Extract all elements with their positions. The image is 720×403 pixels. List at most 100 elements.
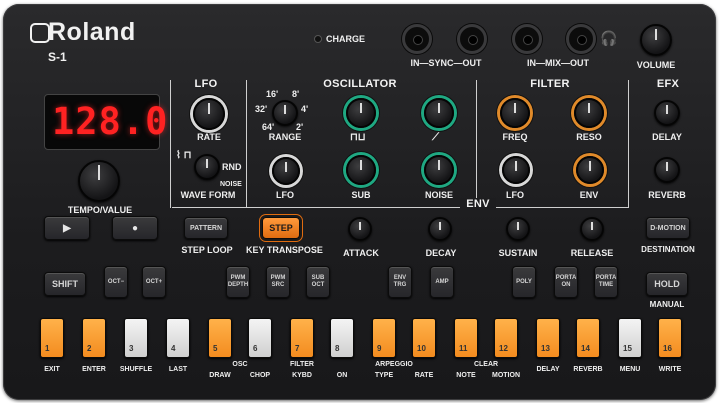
delay-label: DELAY	[652, 132, 682, 142]
divider-lfo	[170, 80, 171, 208]
step-loop-label: STEP LOOP	[181, 245, 233, 255]
shift-button[interactable]: SHIFT	[44, 272, 86, 296]
range-64: 64'	[262, 122, 275, 132]
filter-env-knob[interactable]	[576, 156, 604, 184]
filter-freq-knob[interactable]	[500, 98, 530, 128]
osc-noise-label: NOISE	[424, 190, 453, 200]
osc-lfo-knob[interactable]	[272, 157, 300, 185]
step-number: 9	[377, 344, 382, 353]
range-2: 2'	[296, 122, 304, 132]
env-decay-knob[interactable]	[428, 217, 452, 241]
env-sustain-knob[interactable]	[506, 217, 530, 241]
record-button[interactable]: ●	[112, 216, 158, 240]
pwm-depth-button[interactable]: PWM DEPTH	[226, 266, 250, 298]
step-number: 15	[623, 344, 632, 353]
step-label-1: EXIT	[44, 366, 60, 373]
step-label-9: TYPE	[374, 372, 394, 379]
oct-plus-button[interactable]: OCT+	[142, 266, 166, 298]
step-number: 16	[663, 344, 672, 353]
step-key-7[interactable]: 7	[290, 318, 314, 358]
env-attack-knob[interactable]	[348, 217, 372, 241]
wave-form-label: WAVE FORM	[180, 190, 236, 200]
step-key-12[interactable]: 12	[494, 318, 518, 358]
step-label-15: MENU	[619, 366, 641, 373]
display-value: 128.0	[52, 100, 169, 143]
osc-sub-knob[interactable]	[346, 155, 376, 185]
pwm-src-button[interactable]: PWM SRC	[266, 266, 290, 298]
step-label-13: DELAY	[536, 366, 560, 373]
filter-freq-label: FREQ	[502, 132, 528, 142]
step-key-8[interactable]: 8	[330, 318, 354, 358]
filter-lfo-knob[interactable]	[502, 156, 530, 184]
step-label-10: RATE	[414, 372, 434, 379]
step-key-4[interactable]: 4	[166, 318, 190, 358]
step-key-14[interactable]: 14	[576, 318, 600, 358]
delay-knob[interactable]	[654, 100, 680, 126]
porta-time-button[interactable]: PORTA TIME	[594, 266, 618, 298]
step-key-15[interactable]: 15	[618, 318, 642, 358]
env-attack-label: ATTACK	[343, 248, 379, 258]
step-key-1[interactable]: 1	[40, 318, 64, 358]
pattern-button[interactable]: PATTERN	[184, 217, 228, 239]
step-label-3: SHUFFLE	[119, 366, 153, 373]
step-key-9[interactable]: 9	[372, 318, 396, 358]
step-key-11[interactable]: 11	[454, 318, 478, 358]
step-key-5[interactable]: 5	[208, 318, 232, 358]
step-button[interactable]: STEP	[262, 217, 300, 239]
step-key-6[interactable]: 6	[248, 318, 272, 358]
group-filter-label: FILTER	[290, 361, 314, 368]
step-key-16[interactable]: 16	[658, 318, 682, 358]
oscillator-section-title: OSCILLATOR	[323, 78, 397, 90]
hold-button[interactable]: HOLD	[646, 272, 688, 296]
step-label-7: KYBD	[292, 372, 312, 379]
brand-logo: Roland	[48, 18, 136, 46]
divider-filter	[476, 80, 477, 208]
env-section-title: ENV	[460, 198, 496, 210]
amp-button[interactable]: AMP	[430, 266, 454, 298]
headphones-icon: 🎧	[600, 30, 618, 46]
destination-label: DESTINATION	[641, 245, 695, 254]
env-release-knob[interactable]	[580, 217, 604, 241]
wave-form-knob[interactable]	[194, 154, 220, 180]
charge-led	[314, 35, 322, 43]
play-button[interactable]: ▶	[44, 216, 90, 240]
step-key-3[interactable]: 3	[124, 318, 148, 358]
sync-in-jack[interactable]	[402, 24, 432, 54]
filter-reso-label: RESO	[576, 132, 602, 142]
env-trg-button[interactable]: ENV TRG	[388, 266, 412, 298]
volume-knob[interactable]	[640, 24, 672, 56]
lfo-section-title: LFO	[194, 78, 218, 90]
poly-button[interactable]: POLY	[512, 266, 536, 298]
env-sustain-label: SUSTAIN	[498, 248, 538, 258]
sync-out-jack[interactable]	[457, 24, 487, 54]
sub-oct-button[interactable]: SUB OCT	[306, 266, 330, 298]
tempo-value-knob[interactable]	[78, 160, 120, 202]
lfo-rate-knob[interactable]	[193, 98, 225, 130]
step-number: 10	[417, 344, 426, 353]
step-key-2[interactable]: 2	[82, 318, 106, 358]
d-motion-button[interactable]: D-MOTION	[646, 217, 690, 239]
filter-reso-knob[interactable]	[574, 98, 604, 128]
reverb-knob[interactable]	[654, 157, 680, 183]
step-label-2: ENTER	[82, 366, 106, 373]
noise-wave-label: NOISE	[220, 181, 242, 188]
group-arpeggio-label: ARPEGGIO	[375, 361, 413, 368]
osc-square-knob[interactable]	[346, 98, 376, 128]
filter-lfo-label: LFO	[506, 190, 524, 200]
filter-section-title: FILTER	[530, 78, 570, 90]
osc-noise-knob[interactable]	[424, 155, 454, 185]
env-divider	[172, 207, 628, 208]
osc-saw-knob[interactable]	[424, 98, 454, 128]
key-transpose-label: KEY TRANSPOSE	[246, 245, 323, 255]
step-number: 14	[581, 344, 590, 353]
mix-out-jack[interactable]	[566, 24, 596, 54]
osc-range-knob[interactable]	[272, 100, 298, 126]
step-label-11: NOTE	[456, 372, 476, 379]
step-key-10[interactable]: 10	[412, 318, 436, 358]
oct-minus-button[interactable]: OCT−	[104, 266, 128, 298]
step-label-14: REVERB	[573, 366, 603, 373]
porta-on-button[interactable]: PORTA ON	[554, 266, 578, 298]
step-label-5: DRAW	[209, 372, 231, 379]
step-key-13[interactable]: 13	[536, 318, 560, 358]
mix-in-jack[interactable]	[512, 24, 542, 54]
